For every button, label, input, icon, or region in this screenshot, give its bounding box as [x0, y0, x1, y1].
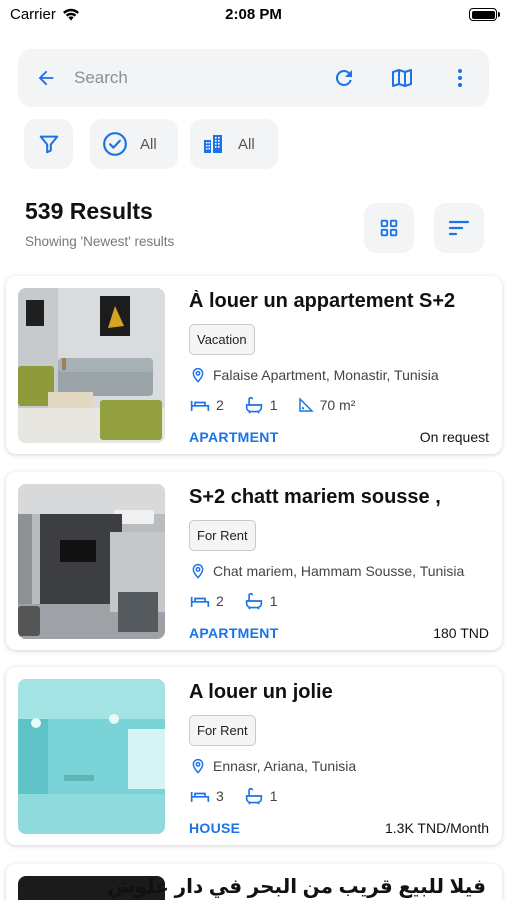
bathroom-count: 1: [269, 788, 278, 804]
refresh-icon: [335, 69, 352, 86]
listing-card[interactable]: À louer un appartement S+2 Vacation Fala…: [6, 276, 502, 454]
results-count: 539 Results: [25, 198, 153, 224]
bathroom-count: 1: [269, 397, 278, 413]
listing-category-badge: For Rent: [189, 520, 256, 551]
arrow-back-icon: [38, 70, 54, 86]
listing-features: 2 1 70 m²: [190, 396, 355, 414]
listing-photo: [18, 288, 165, 443]
status-bar: Carrier 2:08 PM: [0, 0, 507, 30]
search-bar: Search: [18, 49, 489, 107]
listing-location-text: Ennasr, Ariana, Tunisia: [213, 758, 357, 774]
area-icon: [298, 397, 314, 412]
location-pin-icon: [192, 564, 204, 579]
listing-location-text: Chat mariem, Hammam Sousse, Tunisia: [213, 563, 465, 579]
search-input[interactable]: Search: [74, 68, 315, 88]
property-type-filter-chip[interactable]: All: [190, 119, 278, 169]
bedroom-count: 2: [216, 397, 224, 413]
listing-location: Chat mariem, Hammam Sousse, Tunisia: [190, 562, 464, 580]
bedroom-count: 3: [216, 788, 224, 804]
grid-view-button[interactable]: [364, 203, 414, 253]
bathroom-count: 1: [269, 593, 278, 609]
listing-price: 1.3K TND/Month: [384, 820, 489, 836]
location-pin-icon: [192, 368, 204, 383]
sort-button[interactable]: [434, 203, 484, 253]
listing-card[interactable]: فيلا للبيع قريب من البحر في دار علوش: [6, 864, 502, 900]
bathtub-icon: [245, 396, 262, 414]
bed-icon: [190, 791, 210, 802]
listing-features: 2 1: [190, 592, 278, 610]
listing-card[interactable]: S+2 chatt mariem sousse , For Rent Chat …: [6, 472, 502, 650]
map-button[interactable]: [373, 49, 431, 107]
listing-category-badge: For Rent: [189, 715, 256, 746]
clock: 2:08 PM: [225, 6, 282, 23]
location-pin-icon: [192, 759, 204, 774]
listing-card[interactable]: A louer un jolie For Rent Ennasr, Ariana…: [6, 667, 502, 845]
listing-type: APARTMENT: [189, 625, 279, 641]
bathtub-icon: [245, 787, 262, 805]
listing-type: APARTMENT: [189, 429, 279, 445]
listing-photo: [18, 679, 165, 834]
map-icon: [392, 69, 412, 87]
sort-icon: [448, 220, 470, 236]
status-filter-label: All: [140, 135, 157, 153]
listing-features: 3 1: [190, 787, 278, 805]
check-circle-icon: [103, 132, 127, 156]
filter-icon: [39, 135, 58, 154]
results-sort-info: Showing 'Newest' results: [25, 234, 175, 249]
listing-location-text: Falaise Apartment, Monastir, Tunisia: [213, 367, 439, 383]
bed-icon: [190, 400, 210, 411]
listing-location: Falaise Apartment, Monastir, Tunisia: [190, 366, 439, 384]
bedroom-count: 2: [216, 593, 224, 609]
bed-icon: [190, 596, 210, 607]
grid-icon: [380, 219, 398, 237]
status-filter-chip[interactable]: All: [90, 119, 178, 169]
area-value: 70 m²: [319, 397, 356, 413]
listing-title: S+2 chatt mariem sousse ,: [189, 486, 441, 508]
buildings-icon: [204, 135, 222, 153]
listing-title: A louer un jolie: [189, 681, 333, 703]
listing-price: On request: [419, 429, 489, 445]
listing-location: Ennasr, Ariana, Tunisia: [190, 757, 356, 775]
property-type-filter-label: All: [238, 135, 255, 153]
listing-type: HOUSE: [189, 820, 241, 836]
listing-photo: [18, 484, 165, 639]
listing-title: À louer un appartement S+2: [189, 290, 456, 312]
listing-category-badge: Vacation: [189, 324, 255, 355]
more-vert-icon: [458, 69, 462, 87]
listing-title: فيلا للبيع قريب من البحر في دار علوش: [107, 876, 486, 898]
listing-price: 180 TND: [433, 625, 489, 641]
filter-button[interactable]: [24, 119, 73, 169]
battery-icon: [469, 8, 500, 21]
more-options-button[interactable]: [431, 49, 489, 107]
bathtub-icon: [245, 592, 262, 610]
back-button[interactable]: [18, 49, 74, 107]
refresh-button[interactable]: [315, 49, 373, 107]
